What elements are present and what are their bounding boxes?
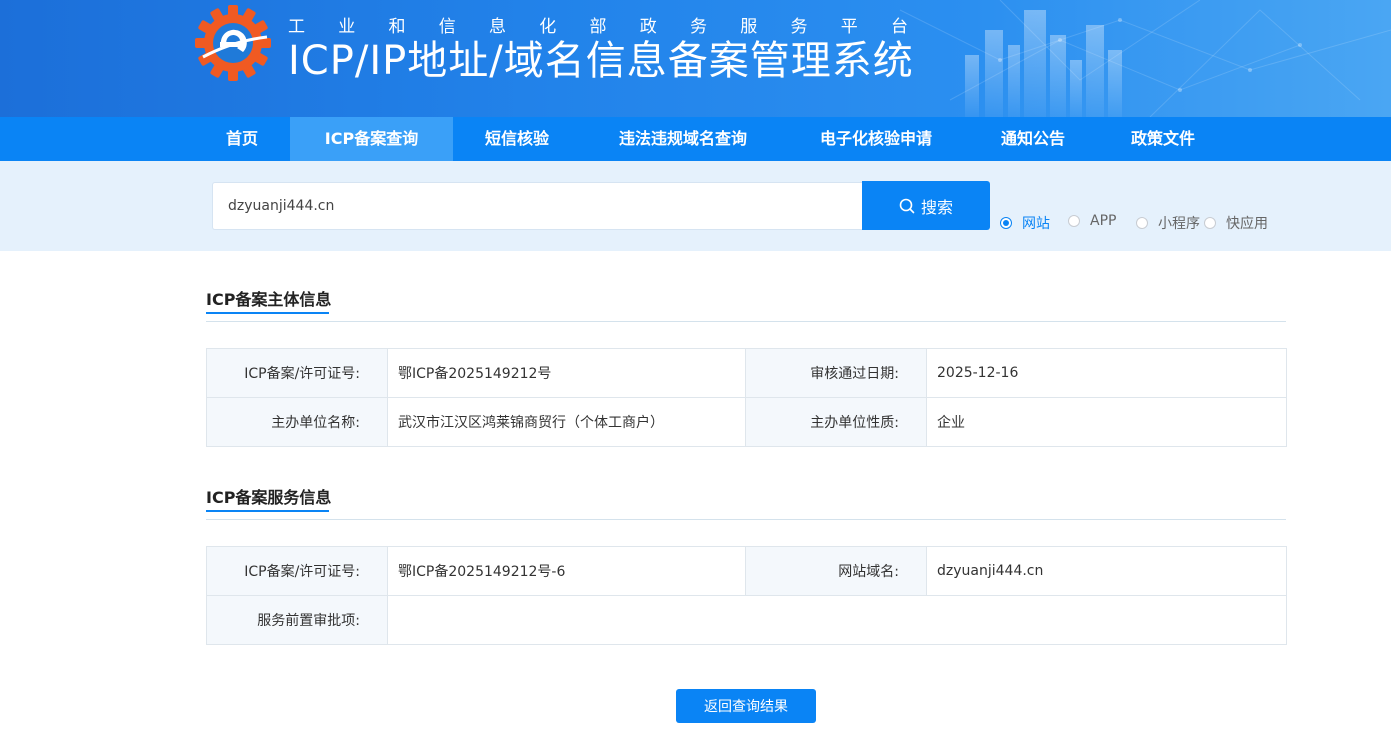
preapproval-value xyxy=(387,595,1287,645)
subject-info-table: ICP备案/许可证号: 鄂ICP备2025149212号 审核通过日期: 202… xyxy=(206,348,1287,447)
subject-title-underline xyxy=(206,312,329,314)
approve-date-value: 2025-12-16 xyxy=(926,348,1287,398)
table-row: 服务前置审批项: xyxy=(206,595,1287,645)
nav-item-illegal-domain[interactable]: 违法违规域名查询 xyxy=(581,117,785,161)
subject-section-title: ICP备案主体信息 xyxy=(206,290,332,309)
search-button-label: 搜索 xyxy=(920,197,953,217)
search-band: 搜索 网站 APP 小程序 快应用 xyxy=(0,161,1391,251)
search-button[interactable]: 搜索 xyxy=(862,181,990,230)
search-input[interactable] xyxy=(212,182,862,230)
gear-logo-icon xyxy=(195,5,271,81)
nav-item-notices[interactable]: 通知公告 xyxy=(967,117,1099,161)
radio-checked-icon xyxy=(1000,217,1012,229)
license-number-value: 鄂ICP备2025149212号 xyxy=(387,348,746,398)
service-info-table: ICP备案/许可证号: 鄂ICP备2025149212号-6 网站域名: dzy… xyxy=(206,546,1287,645)
table-row: 主办单位名称: 武汉市江汉区鸿莱锦商贸行（个体工商户） 主办单位性质: 企业 xyxy=(206,397,1287,447)
table-row: ICP备案/许可证号: 鄂ICP备2025149212号 审核通过日期: 202… xyxy=(206,348,1287,398)
website-domain-label: 网站域名: xyxy=(745,546,927,596)
org-type-label: 主办单位性质: xyxy=(745,397,927,447)
radio-unchecked-icon xyxy=(1204,217,1216,229)
site-header: 工 业 和 信 息 化 部 政 务 服 务 平 台 ICP/IP地址/域名信息备… xyxy=(0,0,1391,117)
service-section-title: ICP备案服务信息 xyxy=(206,488,332,507)
main-nav: 首页 ICP备案查询 短信核验 违法违规域名查询 电子化核验申请 通知公告 政策… xyxy=(0,117,1391,161)
approve-date-label: 审核通过日期: xyxy=(745,348,927,398)
nav-item-home[interactable]: 首页 xyxy=(194,117,290,161)
table-row: ICP备案/许可证号: 鄂ICP备2025149212号-6 网站域名: dzy… xyxy=(206,546,1287,596)
org-type-value: 企业 xyxy=(926,397,1287,447)
radio-app[interactable]: APP xyxy=(1068,213,1116,229)
org-name-label: 主办单位名称: xyxy=(206,397,388,447)
nav-item-sms-verify[interactable]: 短信核验 xyxy=(453,117,581,161)
nav-item-icp-query[interactable]: ICP备案查询 xyxy=(290,117,453,161)
nav-item-policy[interactable]: 政策文件 xyxy=(1099,117,1227,161)
website-domain-value: dzyuanji444.cn xyxy=(926,546,1287,596)
system-title: ICP/IP地址/域名信息备案管理系统 xyxy=(288,38,914,84)
nav-item-e-verify[interactable]: 电子化核验申请 xyxy=(785,117,967,161)
subject-section-divider xyxy=(206,321,1286,322)
service-title-underline xyxy=(206,510,329,512)
radio-website[interactable]: 网站 xyxy=(1000,213,1050,233)
back-to-results-button[interactable]: 返回查询结果 xyxy=(676,689,816,723)
radio-unchecked-icon xyxy=(1068,215,1080,227)
org-name-value: 武汉市江汉区鸿莱锦商贸行（个体工商户） xyxy=(387,397,746,447)
search-icon xyxy=(899,198,915,213)
preapproval-label: 服务前置审批项: xyxy=(206,595,388,645)
radio-unchecked-icon xyxy=(1136,217,1148,229)
service-license-value: 鄂ICP备2025149212号-6 xyxy=(387,546,746,596)
license-number-label: ICP备案/许可证号: xyxy=(206,348,388,398)
service-license-label: ICP备案/许可证号: xyxy=(206,546,388,596)
service-section-divider xyxy=(206,519,1286,520)
radio-mini-program[interactable]: 小程序 xyxy=(1136,213,1200,233)
radio-quick-app[interactable]: 快应用 xyxy=(1204,213,1268,233)
